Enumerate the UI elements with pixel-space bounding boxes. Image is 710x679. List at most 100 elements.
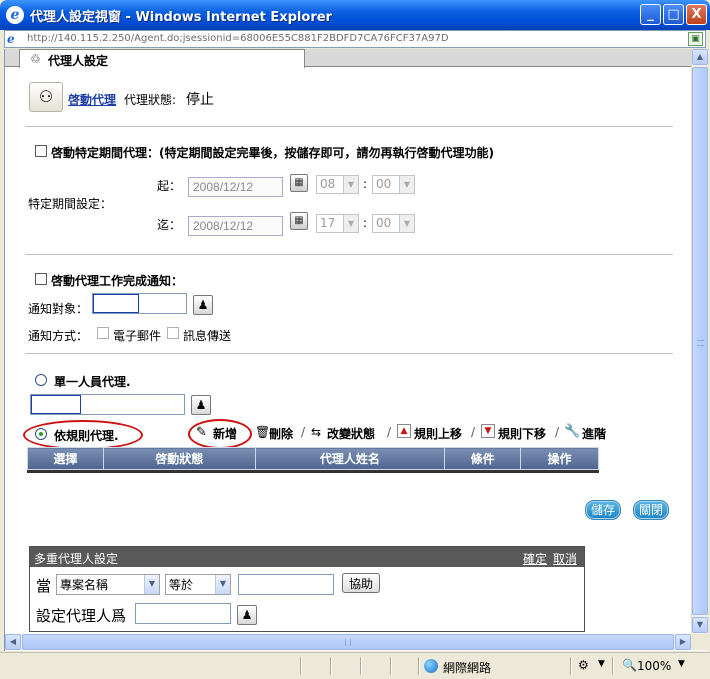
security-zone: 網際網路 xyxy=(443,661,492,675)
close-button[interactable]: 關閉 xyxy=(633,500,670,520)
start-minute-select[interactable]: 00 ▼ xyxy=(372,175,415,194)
person-picker-icon[interactable]: ♟ xyxy=(237,605,257,625)
divider xyxy=(25,254,673,256)
notify-target-input[interactable] xyxy=(92,293,187,314)
address-bar[interactable]: e http://140.115.2.250/Agent.do;jsession… xyxy=(4,30,706,48)
end-calendar-icon[interactable]: ▦ xyxy=(290,212,308,230)
compat-view-icon[interactable]: ▣ xyxy=(688,32,703,46)
zoom-icon[interactable]: 🔍 xyxy=(622,658,637,672)
scroll-left-icon[interactable]: ◀ xyxy=(5,634,21,650)
toolbar-separator: / xyxy=(555,425,560,439)
rule-agent-radio[interactable] xyxy=(35,428,47,440)
chevron-down-icon[interactable]: ▼ xyxy=(678,659,685,669)
rule-up-button[interactable]: 規則上移 xyxy=(414,425,462,442)
message-checkbox[interactable] xyxy=(167,327,179,339)
email-label: 電子郵件 xyxy=(113,329,162,343)
maximize-button[interactable]: □ xyxy=(663,4,684,25)
help-button[interactable]: 協助 xyxy=(342,573,381,593)
protected-mode-icon[interactable]: ⚙ xyxy=(578,658,589,672)
trash-icon: 🗑 xyxy=(255,425,271,439)
status-separator xyxy=(612,657,614,675)
agent-status-label: 代理狀態: xyxy=(124,93,177,107)
chevron-down-icon: ▼ xyxy=(399,215,414,232)
title-bar: e 代理人設定視窗 - Windows Internet Explorer _ … xyxy=(0,0,710,30)
change-status-button[interactable]: 改變狀態 xyxy=(327,425,375,442)
scroll-corner xyxy=(691,634,707,650)
horizontal-scrollbar[interactable]: ◀ ▶ xyxy=(5,634,691,650)
rule-agent-label: 依規則代理. xyxy=(54,429,119,443)
status-separator xyxy=(360,657,362,675)
start-date-input[interactable] xyxy=(188,177,283,197)
person-picker-icon[interactable]: ♟ xyxy=(191,395,211,415)
start-hour-value: 08 xyxy=(320,177,336,191)
vertical-scrollbar[interactable]: ▲ ▼ xyxy=(691,49,708,634)
horizontal-scroll-thumb[interactable] xyxy=(22,634,674,650)
tab-strip: ♲ 代理人設定 xyxy=(5,49,691,68)
delete-rule-button[interactable]: 刪除 xyxy=(269,425,293,442)
set-agent-input[interactable] xyxy=(135,603,231,624)
globe-icon xyxy=(424,659,438,673)
column-header: 條件 xyxy=(444,447,522,470)
table-header-row: 選擇 啓動狀態 代理人姓名 條件 操作 xyxy=(27,447,599,470)
rule-down-button[interactable]: 規則下移 xyxy=(498,425,546,442)
add-rule-button[interactable]: 新增 xyxy=(213,425,237,442)
notify-label: 啓動代理工作完成通知： xyxy=(51,274,184,288)
period-agent-checkbox[interactable] xyxy=(35,145,47,157)
tab-label: 代理人設定 xyxy=(48,54,109,68)
single-agent-input[interactable] xyxy=(30,394,185,415)
single-agent-radio[interactable] xyxy=(35,374,47,386)
divider xyxy=(25,353,673,355)
save-button[interactable]: 儲存 xyxy=(585,500,622,520)
period-agent-label: 啓動特定期間代理：(特定期間設定完畢後，按儲存即可，請勿再執行啓動代理功能) xyxy=(51,146,494,160)
toolbar-separator: / xyxy=(387,425,392,439)
page-icon: e xyxy=(7,32,15,46)
end-date-input[interactable] xyxy=(188,216,283,236)
page-content: ⚇ 啓動代理 代理狀態: 停止 啓動特定期間代理：(特定期間設定完畢後，按儲存即… xyxy=(5,68,691,634)
advanced-button[interactable]: 進階 xyxy=(582,425,606,442)
toolbar-separator: / xyxy=(301,425,306,439)
vertical-scroll-thumb[interactable] xyxy=(692,67,708,615)
field-select-value: 專案名稱 xyxy=(60,578,109,592)
address-url[interactable]: http://140.115.2.250/Agent.do;jsessionid… xyxy=(27,33,667,44)
end-hour-select[interactable]: 17 ▼ xyxy=(316,214,359,233)
end-minute-select[interactable]: 00 ▼ xyxy=(372,214,415,233)
confirm-link[interactable]: 確定 xyxy=(523,550,547,567)
tab-agent-settings[interactable]: ♲ 代理人設定 xyxy=(19,49,305,68)
start-label: 起： xyxy=(157,179,182,193)
column-header: 啓動狀態 xyxy=(102,447,256,470)
operator-select[interactable]: 等於 ▼ xyxy=(165,574,231,595)
single-agent-label: 單一人員代理. xyxy=(54,375,131,389)
notify-target-label: 通知對象： xyxy=(28,302,89,316)
field-select[interactable]: 專案名稱 ▼ xyxy=(56,574,160,595)
start-hour-select[interactable]: 08 ▼ xyxy=(316,175,359,194)
scroll-right-icon[interactable]: ▶ xyxy=(675,634,691,650)
zoom-level[interactable]: 100% xyxy=(637,659,671,673)
start-calendar-icon[interactable]: ▦ xyxy=(290,174,308,192)
table-bottom-border xyxy=(27,470,599,473)
end-label: 迄： xyxy=(157,218,182,232)
status-separator xyxy=(390,657,392,675)
toolbar-separator: / xyxy=(471,425,476,439)
condition-value-input[interactable] xyxy=(238,574,334,595)
cancel-link[interactable]: 取消 xyxy=(553,550,577,567)
start-agent-icon-button[interactable]: ⚇ xyxy=(29,82,63,112)
minimize-button[interactable]: _ xyxy=(640,4,661,25)
end-hour-value: 17 xyxy=(320,216,336,230)
time-colon: : xyxy=(363,177,368,191)
notify-checkbox[interactable] xyxy=(35,273,47,285)
column-header: 操作 xyxy=(520,447,599,470)
status-separator xyxy=(570,657,572,675)
move-up-icon: ▲ xyxy=(397,424,411,438)
close-window-button[interactable]: X xyxy=(686,4,707,25)
scroll-up-icon[interactable]: ▲ xyxy=(692,49,708,65)
chevron-down-icon: ▼ xyxy=(399,176,414,193)
start-agent-link[interactable]: 啓動代理 xyxy=(68,91,116,108)
notify-method-label: 通知方式： xyxy=(28,329,89,343)
chevron-down-icon[interactable]: ▼ xyxy=(598,659,605,669)
multi-agent-panel: 多重代理人設定 確定 取消 當 專案名稱 ▼ 等於 ▼ 協助 設定代理人爲 ♟ xyxy=(29,546,585,632)
email-checkbox[interactable] xyxy=(97,327,109,339)
scroll-down-icon[interactable]: ▼ xyxy=(692,617,708,633)
person-picker-icon[interactable]: ♟ xyxy=(193,295,213,315)
chevron-down-icon: ▼ xyxy=(343,215,358,232)
multi-agent-header: 多重代理人設定 確定 取消 xyxy=(30,547,584,567)
